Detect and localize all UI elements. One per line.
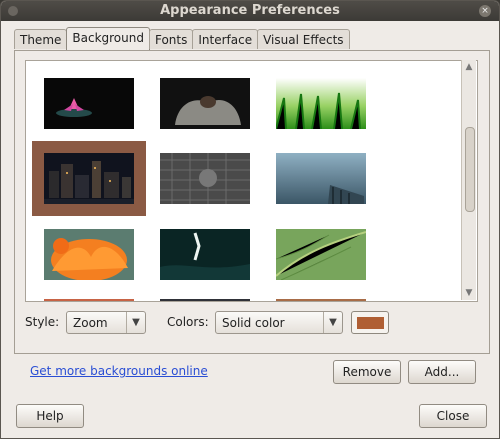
color-swatch-button[interactable] — [351, 311, 389, 334]
remove-button[interactable]: Remove — [333, 360, 401, 384]
wallpaper-thumb-green-leaf[interactable] — [276, 229, 366, 280]
wallpaper-thumb-partial-1[interactable] — [44, 299, 134, 301]
background-panel: ▲ ▼ — [14, 50, 490, 354]
tab-fonts[interactable]: Fonts — [148, 29, 194, 49]
titlebar: Appearance Preferences × — [1, 1, 499, 21]
wallpaper-thumb-lotus[interactable] — [44, 78, 134, 129]
wallpaper-thumb-partial-2[interactable] — [160, 299, 250, 301]
style-value: Zoom — [73, 316, 108, 330]
style-dropdown[interactable]: Zoom ▼ — [66, 311, 146, 334]
wallpaper-thumb-stone-wall[interactable] — [160, 153, 250, 204]
appearance-window: Appearance Preferences × Theme Backgroun… — [0, 0, 500, 439]
tab-theme[interactable]: Theme — [14, 29, 68, 49]
colors-dropdown[interactable]: Solid color ▼ — [215, 311, 343, 334]
add-button[interactable]: Add... — [408, 360, 476, 384]
close-button[interactable]: Close — [419, 404, 487, 428]
tab-interface[interactable]: Interface — [192, 29, 259, 49]
wallpaper-thumb-cupped-hands[interactable] — [160, 78, 250, 129]
help-button[interactable]: Help — [16, 404, 84, 428]
gallery-scrollbar[interactable]: ▲ ▼ — [461, 60, 476, 300]
wallpaper-thumb-dark-water[interactable] — [160, 229, 250, 280]
wallpaper-thumb-city-night[interactable] — [32, 141, 146, 216]
wallpaper-thumb-misty-dock[interactable] — [276, 153, 366, 204]
tab-visual-effects[interactable]: Visual Effects — [257, 29, 350, 49]
colors-label: Colors: — [167, 315, 209, 329]
wallpaper-thumb-orange-flower[interactable] — [44, 229, 134, 280]
wallpaper-thumb-green-grass[interactable] — [276, 78, 366, 129]
wallpaper-thumb-partial-3[interactable] — [276, 299, 366, 301]
scroll-up-icon[interactable]: ▲ — [464, 62, 474, 72]
tab-bar: Theme Background Fonts Interface Visual … — [14, 27, 350, 51]
style-label: Style: — [25, 315, 60, 329]
scroll-down-icon[interactable]: ▼ — [464, 288, 474, 298]
close-window-icon[interactable]: × — [479, 5, 491, 17]
background-gallery[interactable] — [25, 60, 478, 302]
color-swatch-preview — [357, 317, 384, 329]
more-backgrounds-link[interactable]: Get more backgrounds online — [30, 364, 208, 378]
tab-background[interactable]: Background — [66, 27, 150, 50]
chevron-down-icon: ▼ — [126, 312, 145, 333]
scrollbar-thumb[interactable] — [465, 127, 475, 212]
window-title: Appearance Preferences — [160, 3, 340, 18]
colors-value: Solid color — [222, 316, 285, 330]
chevron-down-icon: ▼ — [323, 312, 342, 333]
